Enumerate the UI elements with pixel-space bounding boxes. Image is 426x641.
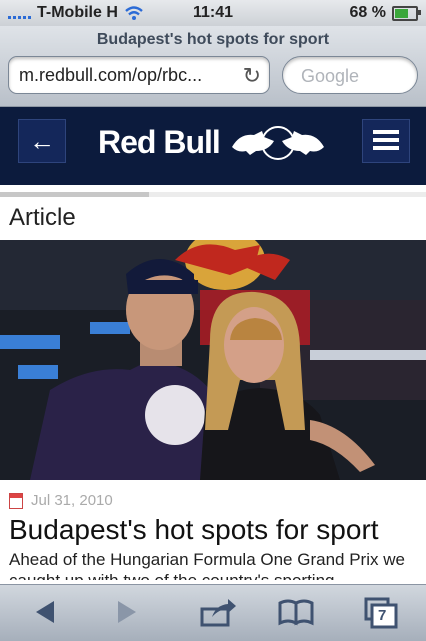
search-input[interactable]	[299, 65, 407, 88]
tabs-button[interactable]: 7	[360, 595, 404, 629]
browser-page-title: Budapest's hot spots for sport	[96, 31, 330, 48]
status-bar: T-Mobile H 11:41 68 %	[0, 0, 426, 26]
bookmarks-icon[interactable]	[274, 595, 318, 629]
share-icon[interactable]	[194, 595, 238, 629]
search-field[interactable]	[282, 56, 418, 94]
calendar-icon	[9, 492, 23, 509]
battery-info: 68 %	[349, 4, 421, 22]
article-meta: Jul 31, 2010	[9, 492, 113, 509]
section-label: Article	[9, 204, 76, 231]
browser-address-area: Budapest's hot spots for sport m.redbull…	[0, 26, 426, 107]
brand-logo-text: Red Bull	[98, 124, 221, 160]
article-date: Jul 31, 2010	[31, 492, 113, 509]
url-text: m.redbull.com/op/rbc...	[19, 65, 203, 85]
bulls-logo-icon	[232, 126, 324, 160]
address-field[interactable]: m.redbull.com/op/rbc... ↻	[8, 56, 270, 94]
forward-icon[interactable]	[104, 595, 148, 629]
site-header: ← Red Bull	[0, 107, 426, 185]
battery-icon	[392, 5, 421, 21]
article-lead: Ahead of the Hungarian Formula One Grand…	[9, 550, 405, 580]
article-photo	[0, 240, 426, 480]
reload-icon[interactable]: ↻	[243, 63, 261, 89]
back-icon[interactable]	[24, 595, 68, 629]
tabs-count: 7	[378, 607, 387, 624]
menu-list-button[interactable]	[362, 119, 410, 163]
battery-percent: 68 %	[349, 4, 386, 21]
reading-progress	[0, 192, 426, 197]
article-title: Budapest's hot spots for sport	[9, 514, 379, 545]
browser-toolbar: 7	[0, 584, 426, 641]
back-arrow-button[interactable]: ←	[18, 119, 66, 163]
